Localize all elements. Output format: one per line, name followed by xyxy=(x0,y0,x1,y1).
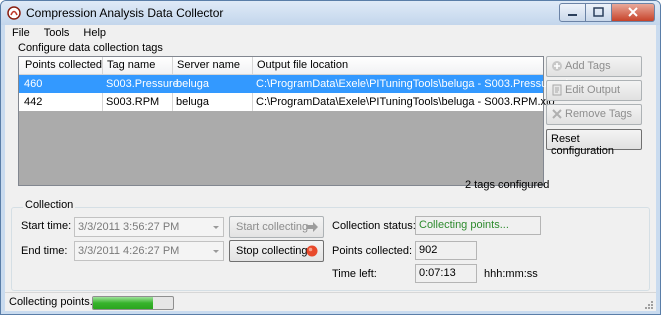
tags-grid[interactable]: Points collected Tag name Server name Ou… xyxy=(18,56,574,186)
chevron-down-icon xyxy=(213,226,219,229)
cell-points: 442 xyxy=(24,96,43,108)
cell-output-path: C:\ProgramData\Exele\PITuningTools\belug… xyxy=(256,96,555,108)
status-bar: Collecting points... xyxy=(5,292,656,311)
collection-progress-bar xyxy=(92,296,174,310)
start-time-label: Start time: xyxy=(21,220,72,232)
chevron-down-icon xyxy=(213,250,219,253)
maximize-icon xyxy=(593,7,604,17)
app-icon xyxy=(7,6,21,20)
minimize-button[interactable] xyxy=(559,3,586,22)
cell-tag-name: S003.RPM xyxy=(106,96,160,108)
config-section-title: Configure data collection tags xyxy=(18,42,163,54)
table-row[interactable]: 442 S003.RPM beluga C:\ProgramData\Exele… xyxy=(19,93,555,111)
close-icon xyxy=(628,7,638,17)
menu-bar: File Tools Help xyxy=(5,25,113,42)
remove-icon xyxy=(552,109,562,119)
cell-output-path: C:\ProgramData\Exele\PITuningTools\belug… xyxy=(256,78,575,90)
arrow-right-icon xyxy=(307,222,318,232)
minimize-icon xyxy=(568,14,577,16)
grid-header: Points collected Tag name Server name Ou… xyxy=(19,57,543,75)
time-left-field: 0:07:13 xyxy=(415,264,477,283)
tags-count-label: 2 tags configured xyxy=(465,179,550,191)
stop-icon xyxy=(306,245,318,257)
remove-tags-button[interactable]: Remove Tags xyxy=(546,104,642,125)
main-panel: File Tools Help Configure data collectio… xyxy=(5,25,656,311)
progress-fill xyxy=(93,297,153,309)
points-collected-field: 902 xyxy=(415,241,477,260)
edit-output-button[interactable]: Edit Output xyxy=(546,80,642,101)
status-text: Collecting points... xyxy=(9,296,99,308)
window-title: Compression Analysis Data Collector xyxy=(26,6,224,20)
add-tags-button[interactable]: Add Tags xyxy=(546,56,642,77)
menu-file[interactable]: File xyxy=(5,25,37,42)
cell-server: beluga xyxy=(176,96,210,108)
title-bar: Compression Analysis Data Collector xyxy=(1,1,660,25)
add-icon xyxy=(552,61,562,71)
start-collecting-button[interactable]: Start collecting xyxy=(229,216,324,238)
app-window: Compression Analysis Data Collector File… xyxy=(0,0,661,315)
resize-grip-icon[interactable] xyxy=(644,300,653,309)
column-points-collected[interactable]: Points collected xyxy=(25,59,102,71)
end-time-label: End time: xyxy=(21,245,68,257)
end-time-picker[interactable]: 3/3/2011 4:26:27 PM xyxy=(74,241,224,261)
collection-status-field: Collecting points... xyxy=(415,216,541,235)
points-collected-label: Points collected: xyxy=(332,245,413,257)
start-time-picker[interactable]: 3/3/2011 3:56:27 PM xyxy=(74,217,224,237)
column-server-name[interactable]: Server name xyxy=(177,59,240,71)
stop-collecting-button[interactable]: Stop collecting xyxy=(229,240,324,262)
menu-help[interactable]: Help xyxy=(76,25,113,42)
time-left-label: Time left: xyxy=(332,268,377,280)
cell-points: 460 xyxy=(24,78,43,90)
close-button[interactable] xyxy=(612,3,655,22)
reset-configuration-button[interactable]: Reset configuration xyxy=(546,129,642,157)
column-output-file-location[interactable]: Output file location xyxy=(257,59,348,71)
cell-server: beluga xyxy=(176,78,210,90)
maximize-button[interactable] xyxy=(586,3,612,22)
cell-tag-name: S003.Pressure xyxy=(106,78,179,90)
time-format-label: hhh:mm:ss xyxy=(484,268,538,280)
menu-tools[interactable]: Tools xyxy=(37,25,77,42)
table-row[interactable]: 460 S003.Pressure beluga C:\ProgramData\… xyxy=(19,75,574,93)
edit-icon xyxy=(552,84,562,96)
collection-section-title: Collection xyxy=(23,199,76,211)
collection-status-label: Collection status: xyxy=(332,220,416,232)
column-tag-name[interactable]: Tag name xyxy=(107,59,155,71)
